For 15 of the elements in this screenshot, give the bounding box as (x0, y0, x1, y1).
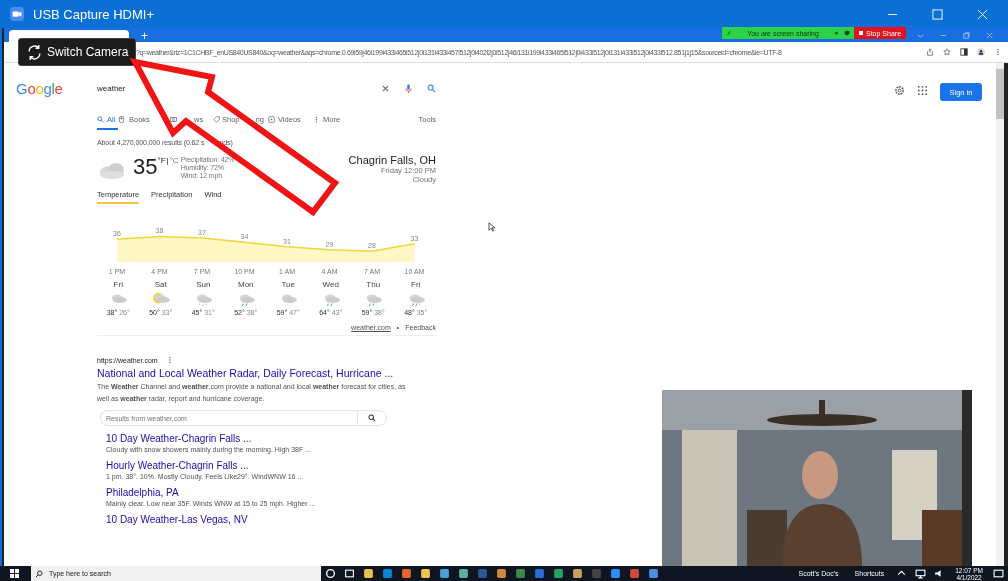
fahrenheit-toggle[interactable]: °F (157, 156, 166, 165)
celsius-toggle[interactable]: °C (169, 156, 179, 165)
result-title[interactable]: National and Local Weather Radar, Daily Forecast, Hurricane ... (97, 367, 440, 379)
new-tab-button[interactable]: + (141, 30, 148, 42)
sitelink-title[interactable]: 10 Day Weather-Las Vegas, NV (106, 514, 440, 525)
search-field[interactable]: weather (97, 83, 436, 93)
temperature-reading: 35 (133, 154, 158, 180)
sitelink-title[interactable]: Hourly Weather-Chagrin Falls ... (106, 460, 440, 471)
google-logo[interactable]: Google (16, 79, 97, 97)
unit-separator: | (166, 156, 169, 165)
switch-camera-tooltip[interactable]: Switch Camera (18, 38, 137, 66)
location-title: Chagrin Falls, OH (348, 154, 436, 166)
window-title: USB Capture HDMI+ (33, 6, 154, 22)
sitelink-title[interactable]: 10 Day Weather-Chagrin Falls ... (106, 433, 440, 444)
sitelink-title[interactable]: Philadelphia, PA (106, 487, 440, 498)
